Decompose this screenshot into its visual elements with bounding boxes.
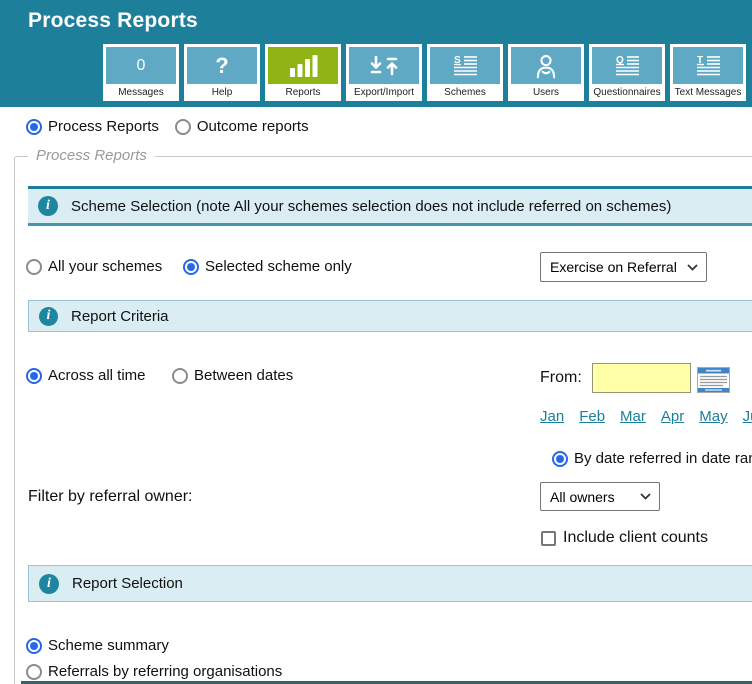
checkbox-icon[interactable]: [541, 531, 556, 546]
scheme-select-value: Exercise on Referral: [550, 259, 677, 275]
radio-label: Outcome reports: [197, 118, 309, 135]
radio-label: Across all time: [48, 367, 146, 384]
section-heading: Report Selection: [72, 575, 183, 592]
toolbar-button-export-import[interactable]: Export/Import: [346, 44, 422, 101]
radio-between-dates[interactable]: Between dates: [172, 367, 293, 384]
radio-referrals-by-org[interactable]: Referrals by referring organisations: [26, 663, 282, 680]
toolbar-button-label: Reports: [268, 84, 338, 101]
user-person-icon: [511, 47, 581, 84]
app-header: Process Reports 0 Messages ? Help: [0, 0, 752, 107]
info-icon[interactable]: i: [39, 307, 58, 326]
radio-icon[interactable]: [183, 259, 199, 275]
page-title: Process Reports: [28, 9, 198, 33]
radio-label: Process Reports: [48, 118, 159, 135]
toolbar-button-questionnaires[interactable]: Q Questionnaires: [589, 44, 665, 101]
radio-label: By date referred in date range: [574, 450, 752, 467]
from-label: From:: [540, 369, 582, 387]
toolbar-button-users[interactable]: Users: [508, 44, 584, 101]
month-links: Jan Feb Mar Apr May Jun: [540, 408, 752, 425]
chevron-down-icon: [687, 264, 698, 271]
radio-label: Scheme summary: [48, 637, 169, 654]
toolbar-button-label: Questionnaires: [592, 84, 662, 101]
main-toolbar: 0 Messages ? Help: [103, 44, 746, 101]
radio-icon[interactable]: [172, 368, 188, 384]
chevron-down-icon: [640, 493, 651, 500]
radio-label: Selected scheme only: [205, 258, 352, 275]
calendar-picker-icon[interactable]: [697, 367, 730, 398]
owner-select[interactable]: All owners: [540, 482, 660, 511]
text-messages-document-icon: T: [673, 47, 743, 84]
toolbar-button-label: Help: [187, 84, 257, 101]
toolbar-button-messages[interactable]: 0 Messages: [103, 44, 179, 101]
messages-icon: 0: [106, 47, 176, 84]
section-heading: Scheme Selection (note All your schemes …: [71, 198, 671, 215]
month-link-may[interactable]: May: [699, 408, 727, 425]
schemes-document-icon: S: [430, 47, 500, 84]
include-client-counts-option[interactable]: Include client counts: [541, 529, 708, 547]
messages-count-badge: 0: [137, 57, 146, 75]
scheme-selection-header: i Scheme Selection (note All your scheme…: [28, 186, 752, 226]
radio-label: All your schemes: [48, 258, 162, 275]
export-import-icon: [349, 47, 419, 84]
info-icon[interactable]: i: [38, 196, 58, 216]
info-icon[interactable]: i: [39, 574, 59, 594]
radio-across-all-time[interactable]: Across all time: [26, 367, 146, 384]
report-type-radio-group: Process Reports Outcome reports: [26, 118, 309, 135]
section-heading: Report Criteria: [71, 308, 169, 325]
month-link-jun[interactable]: Jun: [743, 408, 752, 425]
toolbar-button-text-messages[interactable]: T Text Messages: [670, 44, 746, 101]
radio-process-reports[interactable]: Process Reports: [26, 118, 159, 135]
toolbar-button-label: Text Messages: [673, 84, 743, 101]
report-criteria-header: i Report Criteria: [28, 300, 752, 332]
filter-owner-label: Filter by referral owner:: [28, 488, 193, 506]
radio-all-your-schemes[interactable]: All your schemes: [26, 258, 162, 275]
toolbar-button-help[interactable]: ? Help: [184, 44, 260, 101]
radio-label: Referrals by referring organisations: [48, 663, 282, 680]
radio-label: Between dates: [194, 367, 293, 384]
owner-select-value: All owners: [550, 489, 615, 505]
radio-scheme-summary[interactable]: Scheme summary: [26, 637, 169, 654]
month-link-mar[interactable]: Mar: [620, 408, 646, 425]
month-link-jan[interactable]: Jan: [540, 408, 564, 425]
help-icon: ?: [187, 47, 257, 84]
toolbar-button-reports[interactable]: Reports: [265, 44, 341, 101]
radio-icon[interactable]: [175, 119, 191, 135]
radio-outcome-reports[interactable]: Outcome reports: [175, 118, 309, 135]
radio-selected-scheme-only[interactable]: Selected scheme only: [183, 258, 352, 275]
toolbar-button-label: Users: [511, 84, 581, 101]
fieldset-legend: Process Reports: [28, 147, 155, 164]
radio-icon[interactable]: [26, 638, 42, 654]
checkbox-label: Include client counts: [563, 529, 708, 547]
toolbar-button-label: Messages: [106, 84, 176, 101]
toolbar-button-label: Export/Import: [349, 84, 419, 101]
radio-by-date-referred[interactable]: By date referred in date range: [552, 450, 752, 467]
scheme-select[interactable]: Exercise on Referral: [540, 252, 707, 282]
report-selection-header: i Report Selection: [28, 565, 752, 602]
toolbar-button-schemes[interactable]: S Schemes: [427, 44, 503, 101]
bar-chart-icon: [268, 47, 338, 84]
questionnaires-document-icon: Q: [592, 47, 662, 84]
radio-icon[interactable]: [26, 368, 42, 384]
month-link-apr[interactable]: Apr: [661, 408, 684, 425]
radio-icon[interactable]: [552, 451, 568, 467]
radio-icon[interactable]: [26, 259, 42, 275]
month-link-feb[interactable]: Feb: [579, 408, 605, 425]
radio-icon[interactable]: [26, 119, 42, 135]
process-reports-page: Process Reports 0 Messages ? Help: [0, 0, 752, 684]
toolbar-button-label: Schemes: [430, 84, 500, 101]
radio-icon[interactable]: [26, 664, 42, 680]
from-date-input[interactable]: [592, 363, 691, 393]
